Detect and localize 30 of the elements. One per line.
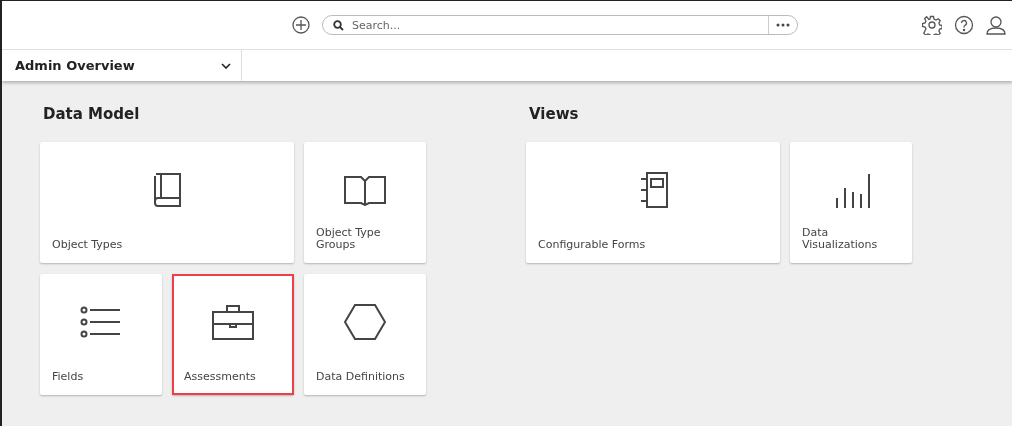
search-input[interactable]: Search... (350, 17, 762, 33)
search-bar[interactable]: Search... (322, 15, 798, 35)
more-icon[interactable] (776, 23, 790, 27)
tile-label: Data Definitions (316, 369, 406, 383)
tile[interactable]: Object Type Groups (304, 142, 426, 263)
open-book-icon (343, 173, 387, 206)
hexagon-icon (343, 302, 387, 341)
add-icon[interactable] (292, 16, 310, 34)
tile[interactable]: Object Types (40, 142, 294, 263)
tile[interactable]: Data Visualizations (790, 142, 912, 263)
list-icon (80, 304, 122, 339)
chevron-down-icon (221, 62, 231, 69)
tile[interactable]: Data Definitions (304, 274, 426, 395)
tile[interactable]: Fields (40, 274, 162, 395)
search-icon (333, 19, 344, 31)
section-title: Data Model (43, 105, 141, 123)
briefcase-icon (211, 302, 255, 341)
section-title: Views (529, 105, 580, 123)
tile-label: Assessments (184, 369, 257, 383)
tile[interactable]: Assessments (172, 274, 294, 395)
help-icon[interactable] (954, 15, 974, 35)
tile-label: Data Visualizations (802, 227, 879, 251)
user-icon[interactable] (986, 15, 1006, 35)
settings-icon[interactable] (922, 15, 942, 35)
tile-label: Configurable Forms (538, 237, 647, 251)
tile-label: Object Type Groups (316, 227, 382, 251)
dashboard-dropdown[interactable]: Admin Overview (2, 50, 242, 81)
tile[interactable]: Configurable Forms (526, 142, 780, 263)
tile-label: Object Types (52, 237, 124, 251)
tile-label: Fields (52, 369, 85, 383)
